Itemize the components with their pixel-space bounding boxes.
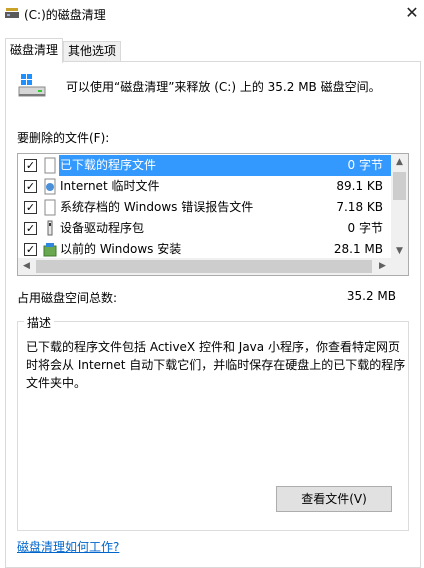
file-row-driver-packages[interactable]: ✓ 设备驱动程序包 0 字节: [19, 218, 391, 239]
close-button[interactable]: ✕: [402, 2, 422, 24]
file-name: Internet 临时文件: [60, 179, 160, 193]
file-row-error-reports[interactable]: ✓ 系统存档的 Windows 错误报告文件 7.18 KB: [19, 197, 391, 218]
checkbox-driver-packages[interactable]: ✓: [24, 222, 37, 235]
description-group: 描述 已下载的程序文件包括 ActiveX 控件和 Java 小程序，你查看特定…: [17, 314, 409, 531]
windows-install-icon: [43, 243, 57, 257]
scroll-up-arrow-icon[interactable]: ▲: [391, 154, 408, 171]
file-size: 7.18 KB: [336, 200, 383, 214]
tab-disk-cleanup[interactable]: 磁盘清理: [5, 38, 63, 63]
summary-text: 可以使用“磁盘清理”来释放 (C:) 上的 35.2 MB 磁盘空间。: [66, 80, 381, 94]
description-text: 已下载的程序文件包括 ActiveX 控件和 Java 小程序，你查看特定网页时…: [26, 340, 406, 390]
file-size: 28.1 MB: [333, 242, 383, 256]
internet-file-icon: [44, 178, 56, 195]
file-name: 系统存档的 Windows 错误报告文件: [60, 200, 254, 214]
tab-strip: 磁盘清理 其他选项: [0, 38, 424, 63]
horizontal-scroll-thumb[interactable]: [36, 260, 372, 273]
tab-more-options[interactable]: 其他选项: [63, 41, 121, 62]
checkbox-previous-windows[interactable]: ✓: [24, 243, 37, 256]
vertical-scrollbar[interactable]: ▲ ▼: [391, 154, 408, 260]
document-icon: [44, 199, 56, 216]
file-row-downloaded-programs[interactable]: ✓ 已下载的程序文件 0 字节: [19, 155, 391, 176]
files-listbox[interactable]: ✓ 已下载的程序文件 0 字节 ✓ Internet 临时文件 89.1 KB …: [17, 153, 409, 276]
file-name: 设备驱动程序包: [60, 221, 145, 235]
total-space-label: 占用磁盘空间总数:: [17, 291, 118, 305]
file-size: 89.1 KB: [336, 179, 383, 193]
window-title: (C:)的磁盘清理: [24, 8, 106, 22]
disk-cleanup-icon: [5, 8, 19, 18]
title-bar: (C:)的磁盘清理 ✕: [0, 0, 424, 28]
view-files-button[interactable]: 查看文件(V): [276, 486, 392, 512]
how-disk-cleanup-works-link[interactable]: 磁盘清理如何工作?: [17, 538, 119, 555]
checkbox-downloaded-programs[interactable]: ✓: [24, 159, 37, 172]
file-name: 已下载的程序文件: [59, 155, 157, 176]
horizontal-scrollbar[interactable]: ◀ ▶: [18, 258, 391, 275]
checkbox-internet-temp[interactable]: ✓: [24, 180, 37, 193]
checkbox-error-reports[interactable]: ✓: [24, 201, 37, 214]
total-space-value: 35.2 MB: [346, 289, 396, 303]
drive-icon: [18, 74, 46, 97]
file-name: 以前的 Windows 安装: [60, 242, 182, 256]
file-size: 0 字节: [347, 221, 383, 235]
vertical-scroll-thumb[interactable]: [393, 172, 406, 200]
description-caption: 描述: [24, 314, 55, 331]
files-to-delete-label: 要删除的文件(F):: [17, 131, 110, 145]
folder-icon: [44, 157, 56, 174]
file-size: 0 字节: [347, 155, 389, 176]
driver-package-icon: [47, 220, 53, 236]
scrollbar-corner: [391, 258, 408, 275]
disk-cleanup-panel: 可以使用“磁盘清理”来释放 (C:) 上的 35.2 MB 磁盘空间。 要删除的…: [5, 61, 421, 568]
scroll-right-arrow-icon[interactable]: ▶: [374, 258, 391, 275]
file-row-previous-windows[interactable]: ✓ 以前的 Windows 安装 28.1 MB: [19, 239, 391, 260]
file-row-internet-temp[interactable]: ✓ Internet 临时文件 89.1 KB: [19, 176, 391, 197]
scroll-left-arrow-icon[interactable]: ◀: [18, 258, 35, 275]
